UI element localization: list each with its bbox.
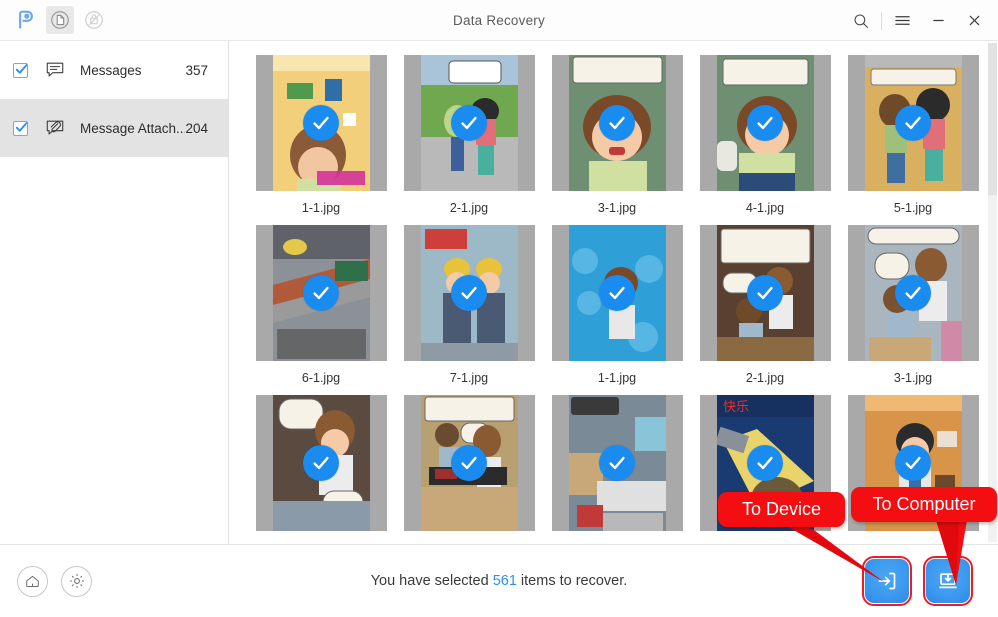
thumbnail-image[interactable] bbox=[551, 55, 683, 191]
thumbnail-image[interactable] bbox=[403, 225, 535, 361]
grid-scroll-area: 1-1.jpg 2-1.jpg 3-1.jpg 4-1.jpg 5-1.jpg bbox=[229, 41, 987, 544]
thumbnail-image[interactable] bbox=[699, 55, 831, 191]
thumbnail-cell[interactable]: 1-1.jpg bbox=[247, 55, 395, 216]
close-icon[interactable] bbox=[956, 0, 992, 41]
selected-check-icon[interactable] bbox=[451, 445, 487, 481]
svg-text:快乐: 快乐 bbox=[723, 399, 749, 414]
status-prefix: You have selected bbox=[370, 573, 493, 589]
thumbnail-cell[interactable]: 2-1.jpg bbox=[691, 225, 839, 386]
thumbnail-cell[interactable]: 6-1.jpg bbox=[247, 225, 395, 386]
thumbnail-image[interactable] bbox=[699, 225, 831, 361]
callout-to-device-label: To Device bbox=[741, 499, 822, 519]
status-count: 561 bbox=[492, 573, 517, 589]
status-suffix: items to recover. bbox=[516, 573, 628, 589]
selected-check-icon[interactable] bbox=[599, 445, 635, 481]
thumbnail-cell[interactable] bbox=[247, 395, 395, 531]
thumbnail-image[interactable] bbox=[255, 225, 387, 361]
menu-icon[interactable] bbox=[884, 0, 920, 41]
selected-check-icon[interactable] bbox=[599, 105, 635, 141]
sidebar-item-messages[interactable]: Messages 357 bbox=[0, 41, 228, 99]
selected-check-icon[interactable] bbox=[303, 275, 339, 311]
thumbnail-image[interactable] bbox=[255, 395, 387, 531]
sidebar-label-message-attachments: Message Attach... bbox=[80, 120, 186, 136]
selected-check-icon[interactable] bbox=[895, 445, 931, 481]
selected-check-icon[interactable] bbox=[747, 275, 783, 311]
vertical-scrollbar[interactable] bbox=[988, 43, 997, 542]
recover-from-device-icon[interactable] bbox=[46, 6, 74, 34]
thumbnail-filename: 1-1.jpg bbox=[597, 371, 637, 385]
message-attachment-icon bbox=[44, 117, 66, 139]
sidebar-count-messages: 357 bbox=[185, 62, 208, 78]
recover-from-backup-icon[interactable] bbox=[80, 6, 108, 34]
sidebar: Messages 357 Message Attach... 204 bbox=[0, 41, 229, 544]
selected-check-icon[interactable] bbox=[895, 275, 931, 311]
selected-check-icon[interactable] bbox=[303, 445, 339, 481]
thumbnail-filename: 4-1.jpg bbox=[745, 201, 785, 215]
selected-check-icon[interactable] bbox=[451, 105, 487, 141]
scrollbar-thumb[interactable] bbox=[988, 43, 997, 195]
callout-to-computer: To Computer bbox=[851, 487, 997, 522]
thumbnail-filename: 7-1.jpg bbox=[449, 371, 489, 385]
thumbnail-image[interactable] bbox=[551, 395, 683, 531]
thumbnail-cell[interactable] bbox=[543, 395, 691, 531]
selected-check-icon[interactable] bbox=[303, 105, 339, 141]
footer-left-actions bbox=[0, 565, 92, 597]
thumbnail-image[interactable] bbox=[847, 225, 979, 361]
thumbnail-cell[interactable] bbox=[395, 395, 543, 531]
message-bubble-icon bbox=[44, 59, 66, 81]
thumbnail-cell[interactable]: 3-1.jpg bbox=[839, 225, 987, 386]
thumbnail-filename: 3-1.jpg bbox=[893, 371, 933, 385]
messages-checkbox[interactable] bbox=[13, 62, 28, 78]
thumbnail-image[interactable] bbox=[403, 55, 535, 191]
minimize-icon[interactable] bbox=[920, 0, 956, 41]
toolbar-divider bbox=[881, 11, 882, 30]
search-icon[interactable] bbox=[843, 0, 879, 41]
selected-check-icon[interactable] bbox=[599, 275, 635, 311]
home-icon[interactable] bbox=[17, 565, 48, 597]
thumbnail-cell[interactable]: 7-1.jpg bbox=[395, 225, 543, 386]
message-attachments-checkbox[interactable] bbox=[13, 120, 28, 136]
thumbnail-filename: 6-1.jpg bbox=[301, 371, 341, 385]
selected-check-icon[interactable] bbox=[747, 105, 783, 141]
title-bar: Data Recovery bbox=[0, 0, 998, 41]
thumbnail-cell[interactable]: 1-1.jpg bbox=[543, 225, 691, 386]
selected-check-icon[interactable] bbox=[895, 105, 931, 141]
thumbnail-filename: 3-1.jpg bbox=[597, 201, 637, 215]
sidebar-count-message-attachments: 204 bbox=[185, 120, 208, 136]
thumbnail-cell[interactable]: 3-1.jpg bbox=[543, 55, 691, 216]
data-recovery-window: Data Recovery Messages 357 Message Attac… bbox=[0, 0, 998, 617]
callout-to-device: To Device bbox=[718, 492, 845, 527]
selected-check-icon[interactable] bbox=[451, 275, 487, 311]
thumbnail-filename: 1-1.jpg bbox=[301, 201, 341, 215]
thumbnail-image[interactable] bbox=[255, 55, 387, 191]
main-body: Messages 357 Message Attach... 204 1-1.j… bbox=[0, 41, 998, 545]
logo-icon[interactable] bbox=[12, 6, 40, 34]
callout-to-computer-label: To Computer bbox=[872, 494, 976, 514]
titlebar-toolbar bbox=[0, 6, 108, 34]
thumbnail-image[interactable] bbox=[551, 225, 683, 361]
thumbnail-image[interactable] bbox=[847, 55, 979, 191]
sidebar-label-messages: Messages bbox=[80, 62, 142, 78]
thumbnail-cell[interactable]: 2-1.jpg bbox=[395, 55, 543, 216]
window-controls bbox=[843, 0, 998, 41]
gear-icon[interactable] bbox=[61, 565, 92, 597]
sidebar-item-message-attachments[interactable]: Message Attach... 204 bbox=[0, 99, 228, 157]
thumbnail-cell[interactable]: 5-1.jpg bbox=[839, 55, 987, 216]
selected-check-icon[interactable] bbox=[747, 445, 783, 481]
thumbnail-filename: 5-1.jpg bbox=[893, 201, 933, 215]
thumbnail-filename: 2-1.jpg bbox=[745, 371, 785, 385]
thumbnail-grid-panel: 1-1.jpg 2-1.jpg 3-1.jpg 4-1.jpg 5-1.jpg bbox=[229, 41, 998, 544]
thumbnail-cell[interactable]: 4-1.jpg bbox=[691, 55, 839, 216]
thumbnail-grid: 1-1.jpg 2-1.jpg 3-1.jpg 4-1.jpg 5-1.jpg bbox=[247, 55, 987, 540]
thumbnail-filename: 2-1.jpg bbox=[449, 201, 489, 215]
thumbnail-image[interactable] bbox=[403, 395, 535, 531]
